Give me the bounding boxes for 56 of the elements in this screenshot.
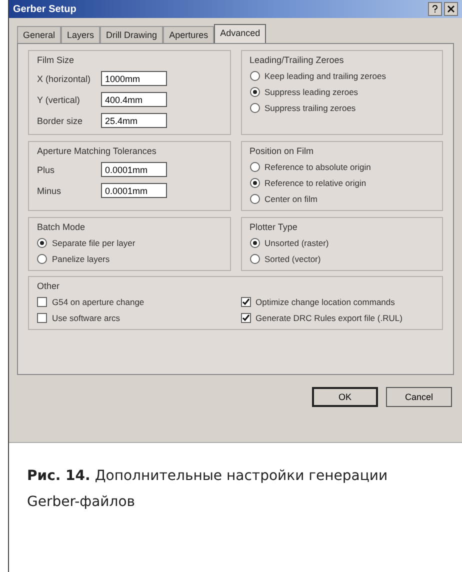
tab[interactable]: Layers [61,26,100,43]
option-label: Reference to absolute origin [264,162,371,172]
option-label: Separate file per layer [52,238,136,248]
group-title: Plotter Type [250,222,298,232]
group-title: Film Size [37,55,76,65]
option-label: Suppress trailing zeroes [264,103,356,113]
help-icon[interactable] [428,2,442,16]
field-label: Minus [37,186,62,196]
figure-caption: Рис. 14. Дополнительные настройки генерации Gerber-файлов [26,467,389,512]
option-label: G54 on aperture change [52,297,144,307]
option-label: Generate DRC Rules export file (.RUL) [256,313,402,323]
option-label: Use software arcs [52,313,120,323]
option-label: Sorted (vector) [264,254,321,264]
group-title: Position on Film [250,146,315,156]
option-label: Optimize change location commands [256,297,395,307]
tab[interactable]: Apertures [163,26,214,43]
checkbox[interactable] [37,297,47,307]
radio-button[interactable] [250,103,260,113]
input-field[interactable]: 25.4mm [101,113,167,128]
close-icon[interactable] [444,2,458,16]
input-field[interactable]: 400.4mm [101,92,167,107]
dialog-button[interactable]: OK [312,387,378,407]
window-title: Gerber Setup [13,4,78,14]
dialog-button[interactable]: Cancel [386,387,452,407]
option-label: Panelize layers [52,254,110,264]
field-label: Y (vertical) [37,94,81,104]
radio-button[interactable] [250,87,260,97]
option-label: Suppress leading zeroes [264,87,358,97]
radio-button[interactable] [250,162,260,172]
group-title: Other [37,281,61,291]
input-field[interactable]: 0.0001mm [101,162,167,177]
group-title: Aperture Matching Tolerances [37,146,158,156]
tab[interactable]: Advanced [214,24,266,43]
option-label: Keep leading and trailing zeroes [264,71,386,81]
radio-button[interactable] [250,194,260,204]
field-label: X (horizontal) [37,74,92,84]
option-label: Unsorted (raster) [264,238,329,248]
radio-button[interactable] [250,178,260,188]
input-field[interactable]: 1000mm [101,71,167,86]
checkbox[interactable] [240,297,250,307]
option-label: Center on film [264,194,318,204]
radio-button[interactable] [250,238,260,248]
radio-button[interactable] [250,254,260,264]
group-title: Leading/Trailing Zeroes [250,55,345,65]
field-label: Plus [37,164,56,174]
checkbox[interactable] [37,313,47,323]
field-label: Border size [37,116,84,126]
tab[interactable]: General [17,26,62,43]
radio-button[interactable] [250,71,260,81]
group-title: Batch Mode [37,222,86,232]
radio-button[interactable] [37,254,47,264]
tab[interactable]: Drill Drawing [100,26,164,43]
checkbox[interactable] [240,313,250,323]
option-label: Reference to relative origin [264,178,366,188]
input-field[interactable]: 0.0001mm [101,183,167,198]
radio-button[interactable] [37,238,47,248]
